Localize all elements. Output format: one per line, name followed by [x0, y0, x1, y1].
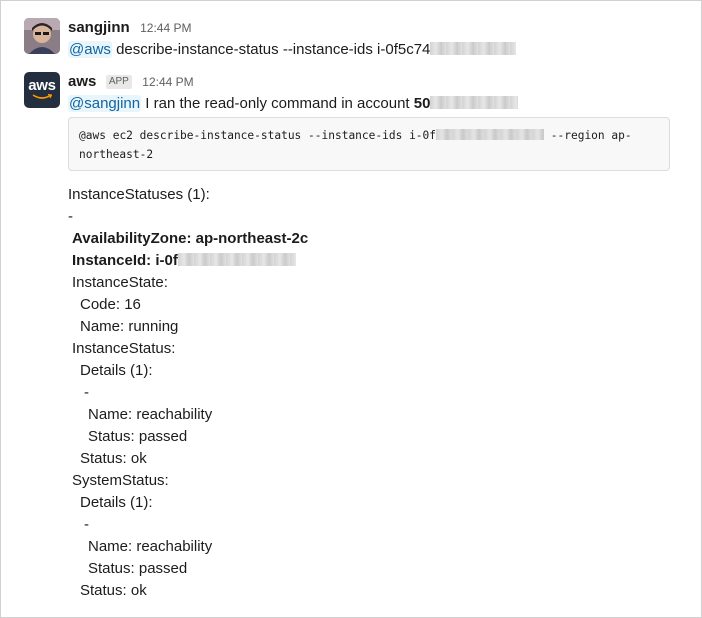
- system-status-dash: -: [84, 516, 89, 533]
- redacted-code-instance-id: [436, 129, 545, 140]
- sender-name[interactable]: aws: [68, 73, 96, 90]
- code-mention: @aws: [79, 129, 106, 142]
- state-name: Name: running: [80, 318, 179, 335]
- system-status-detail-status: Status: passed: [88, 560, 188, 577]
- instance-status-detail-status: Status: passed: [88, 428, 188, 445]
- system-status-overall: Status: ok: [80, 582, 147, 599]
- app-badge: APP: [105, 75, 132, 89]
- state-code: Code: 16: [80, 296, 141, 313]
- instance-status-overall: Status: ok: [80, 450, 147, 467]
- output-dash: -: [68, 208, 73, 225]
- instance-id-line: InstanceId: i-0f: [72, 252, 296, 269]
- timestamp[interactable]: 12:44 PM: [140, 21, 191, 35]
- account-id: 50: [413, 95, 431, 112]
- redacted-output-instance-id: [177, 253, 296, 266]
- instance-status-details: Details (1):: [80, 362, 153, 379]
- code-command: ec2 describe-instance-status --instance-…: [112, 129, 437, 142]
- system-status-label: SystemStatus:: [72, 472, 169, 489]
- avatar[interactable]: [24, 18, 60, 54]
- message-body: describe-instance-status --instance-ids …: [116, 41, 431, 58]
- code-line-2: northeast-2: [79, 148, 154, 161]
- output-heading: InstanceStatuses (1):: [68, 186, 210, 203]
- instance-state-label: InstanceState:: [72, 274, 168, 291]
- instance-id: InstanceId: i-0f: [72, 252, 178, 269]
- mention-sangjinn[interactable]: @sangjinn: [68, 95, 142, 112]
- system-status-detail-name: Name: reachability: [88, 538, 213, 555]
- sender-name[interactable]: sangjinn: [68, 19, 130, 36]
- message-pane: sangjinn 12:44 PM @aws describe-instance…: [0, 0, 702, 618]
- code-block: @aws ec2 describe-instance-status --inst…: [68, 117, 670, 171]
- redacted-account-id: [430, 96, 519, 109]
- instance-status-dash: -: [84, 384, 89, 401]
- aws-smile-icon: [32, 94, 52, 99]
- instance-status-detail-name: Name: reachability: [88, 406, 213, 423]
- message-text: @sangjinn I ran the read-only command in…: [68, 95, 519, 112]
- instance-status-label: InstanceStatus:: [72, 340, 176, 357]
- system-status-details: Details (1):: [80, 494, 153, 511]
- aws-logo-icon: aws: [28, 77, 56, 94]
- redacted-instance-id: [430, 42, 517, 55]
- message-body: I ran the read-only command in account: [145, 95, 410, 112]
- timestamp[interactable]: 12:44 PM: [142, 75, 193, 89]
- user-photo-icon: [24, 18, 60, 54]
- mention-aws[interactable]: @aws: [68, 41, 112, 58]
- code-region: --region ap-: [550, 129, 632, 142]
- message-text: @aws describe-instance-status --instance…: [68, 41, 517, 58]
- availability-zone: AvailabilityZone: ap-northeast-2c: [72, 230, 309, 247]
- avatar[interactable]: aws: [24, 72, 60, 108]
